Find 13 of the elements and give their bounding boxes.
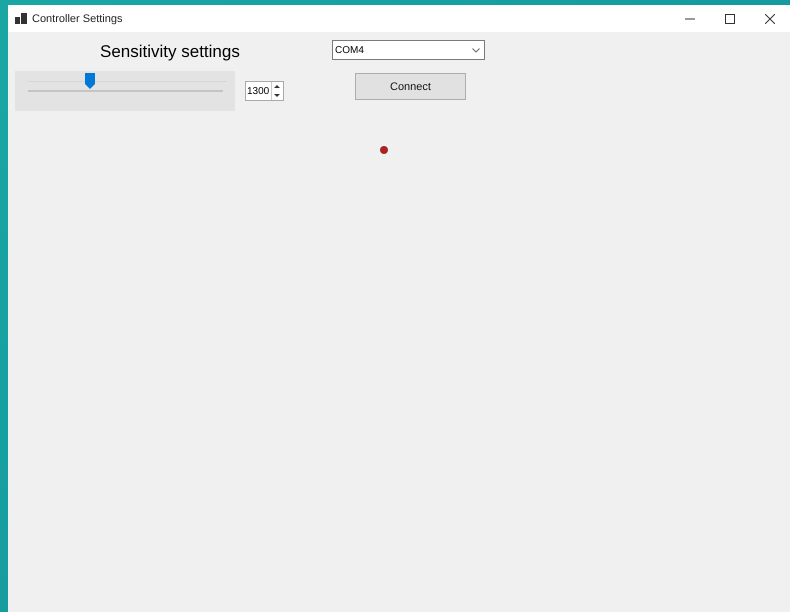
window-title: Controller Settings [32,12,124,24]
port-dropdown[interactable]: COM4 [332,40,485,60]
section-title: Sensitivity settings [99,41,241,63]
number-field[interactable]: 1300 [245,81,284,101]
maximize-icon[interactable] [725,14,735,24]
sensitivity-slider[interactable] [15,71,235,111]
app-icon [15,13,27,24]
down-arrow-icon[interactable] [272,91,282,100]
close-icon[interactable] [765,14,775,24]
slider-thumb[interactable] [85,73,96,89]
up-arrow-icon[interactable] [272,82,282,91]
chevron-icon [472,48,480,52]
connect-button[interactable]: Connect [355,73,466,100]
